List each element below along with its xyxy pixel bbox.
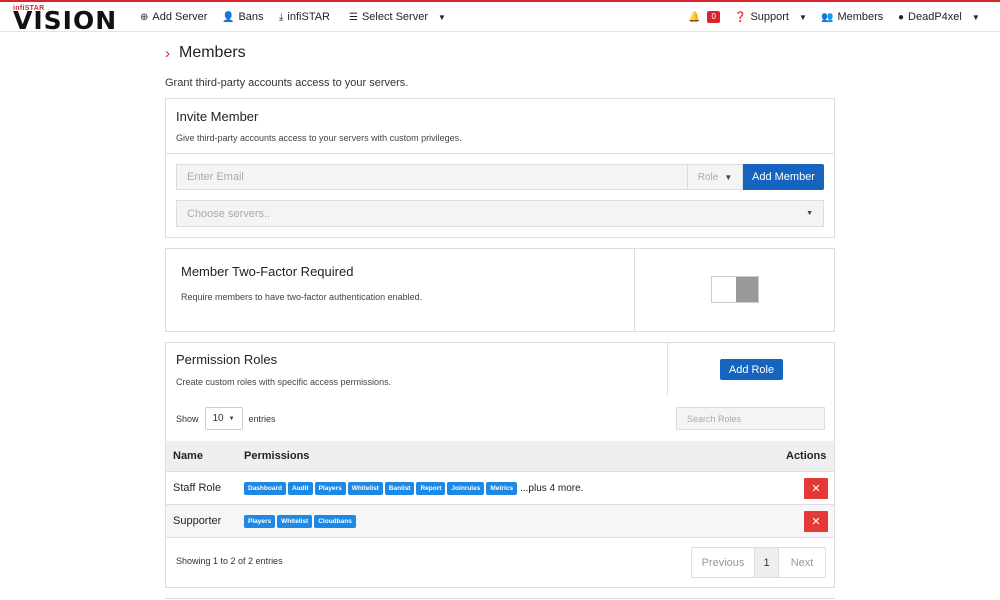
permission-tag: Report [416, 482, 446, 495]
permission-roles-header: Permission Roles Create custom roles wit… [166, 343, 668, 395]
nav-infistar-label: infiSTAR [287, 11, 331, 23]
nav-support[interactable]: ❓ Support ▼ [734, 11, 807, 23]
next-card-edge [165, 598, 835, 599]
nav-support-label: Support [750, 11, 789, 23]
permission-tag: Cloudbans [314, 515, 356, 528]
users-icon: 👥 [821, 11, 834, 23]
user-ban-icon: 👤 [222, 11, 235, 23]
card-divider [634, 249, 635, 331]
role-permissions: Dashboard Audit Players Whitelist Banlis… [244, 482, 583, 495]
chevron-down-icon: ▼ [806, 210, 813, 217]
nav-members-label: Members [837, 11, 884, 23]
server-icon: ☰ [349, 11, 358, 23]
page-length-control: Show 10 ▼ entries [176, 407, 276, 430]
chevron-right-icon: › [165, 44, 170, 62]
permission-roles-title: Permission Roles [176, 352, 278, 367]
close-icon: ✕ [811, 483, 821, 495]
nav-add-server[interactable]: ⊕ Add Server [140, 11, 207, 23]
role-select-label: Role [697, 171, 719, 183]
search-roles-input[interactable] [676, 407, 825, 430]
chevron-down-icon: ▼ [971, 12, 980, 22]
table-row: Supporter Players Whitelist Cloudbans ✕ [166, 505, 834, 538]
two-factor-description: Require members to have two-factor authe… [181, 292, 423, 302]
servers-select-placeholder: Choose servers.. [187, 207, 271, 220]
toggle-knob [736, 277, 758, 302]
show-label: Show [176, 413, 199, 424]
nav-bans-label: Bans [238, 11, 264, 23]
top-navbar: infiSTAR VISION ⊕ Add Server 👤 Bans ⤓ in… [0, 0, 1000, 35]
two-factor-card: Member Two-Factor Required Require membe… [165, 248, 835, 332]
pagination-previous[interactable]: Previous [692, 548, 755, 577]
nav-infistar[interactable]: ⤓ infiSTAR [279, 11, 330, 23]
add-role-button[interactable]: Add Role [720, 359, 783, 380]
invite-member-header: Invite Member Give third-party accounts … [166, 99, 834, 154]
role-name: Staff Role [173, 482, 222, 494]
delete-role-button[interactable]: ✕ [804, 478, 828, 499]
table-info: Showing 1 to 2 of 2 entries [176, 556, 283, 566]
permission-tag: Players [314, 482, 346, 495]
nav-select-server[interactable]: ☰ Select Server ▼ [349, 11, 446, 23]
nav-user-name: DeadP4xel [908, 11, 962, 23]
permission-tag: Whitelist [277, 515, 313, 528]
permission-tag: Players [244, 515, 276, 528]
chevron-down-icon: ▼ [228, 415, 235, 422]
permission-roles-card: Permission Roles Create custom roles wit… [165, 342, 835, 588]
pagination-next[interactable]: Next [779, 548, 825, 577]
delete-role-button[interactable]: ✕ [804, 511, 828, 532]
nav-notifications[interactable]: 🔔 0 [688, 11, 720, 23]
nav-bans[interactable]: 👤 Bans [222, 11, 264, 23]
page-subtitle: Grant third-party accounts access to you… [165, 77, 409, 89]
role-select[interactable]: Role ▼ [688, 164, 743, 190]
entries-label: entries [248, 413, 276, 424]
permission-tag: Whitelist [347, 482, 383, 495]
invite-member-description: Give third-party accounts access to your… [176, 133, 462, 143]
page-title-text: Members [179, 44, 246, 61]
close-icon: ✕ [811, 516, 821, 528]
invite-member-title: Invite Member [176, 109, 259, 124]
two-factor-title: Member Two-Factor Required [181, 264, 354, 279]
column-permissions[interactable]: Permissions [244, 450, 309, 462]
bell-icon: 🔔 [688, 11, 701, 23]
roles-table-header: Name Permissions Actions [166, 441, 834, 472]
pagination-page-1[interactable]: 1 [755, 548, 779, 577]
two-factor-toggle[interactable] [711, 276, 759, 303]
page-length-select[interactable]: 10 ▼ [204, 407, 243, 430]
more-permissions: ...plus 4 more. [520, 483, 584, 494]
user-circle-icon: ● [898, 11, 905, 23]
column-name[interactable]: Name [173, 450, 203, 462]
nav-members[interactable]: 👥 Members [821, 11, 883, 23]
brand-logo-wordmark: VISION [13, 6, 118, 35]
permission-tag: Joinrules [447, 482, 485, 495]
brand-logo[interactable]: infiSTAR VISION [13, 5, 118, 35]
page-title: › Members [165, 44, 246, 62]
add-member-button[interactable]: Add Member [743, 164, 824, 190]
permission-tag: Dashboard [244, 482, 286, 495]
invite-member-card: Invite Member Give third-party accounts … [165, 98, 835, 238]
pagination: Previous 1 Next [691, 547, 826, 578]
permission-tag: Banlist [384, 482, 415, 495]
chevron-down-icon: ▼ [724, 172, 733, 182]
nav-select-server-label: Select Server [361, 11, 428, 23]
servers-select[interactable]: Choose servers.. ▼ [176, 200, 824, 227]
column-actions: Actions [786, 450, 827, 462]
table-row: Staff Role Dashboard Audit Players White… [166, 472, 834, 505]
nav-add-server-label: Add Server [152, 11, 208, 23]
plus-circle-icon: ⊕ [140, 11, 149, 23]
download-icon: ⤓ [279, 11, 284, 23]
role-permissions: Players Whitelist Cloudbans [244, 515, 356, 528]
question-circle-icon: ❓ [734, 11, 747, 23]
chevron-down-icon: ▼ [438, 12, 446, 22]
chevron-down-icon: ▼ [798, 12, 807, 22]
role-name: Supporter [173, 515, 222, 527]
permission-roles-description: Create custom roles with specific access… [176, 377, 392, 387]
nav-user-menu[interactable]: ● DeadP4xel ▼ [898, 11, 980, 23]
permission-tag: Audit [287, 482, 313, 495]
permission-tag: Metrics [486, 482, 518, 495]
notification-badge: 0 [707, 11, 720, 23]
page-length-value: 10 [212, 413, 224, 424]
email-input[interactable] [176, 164, 688, 190]
